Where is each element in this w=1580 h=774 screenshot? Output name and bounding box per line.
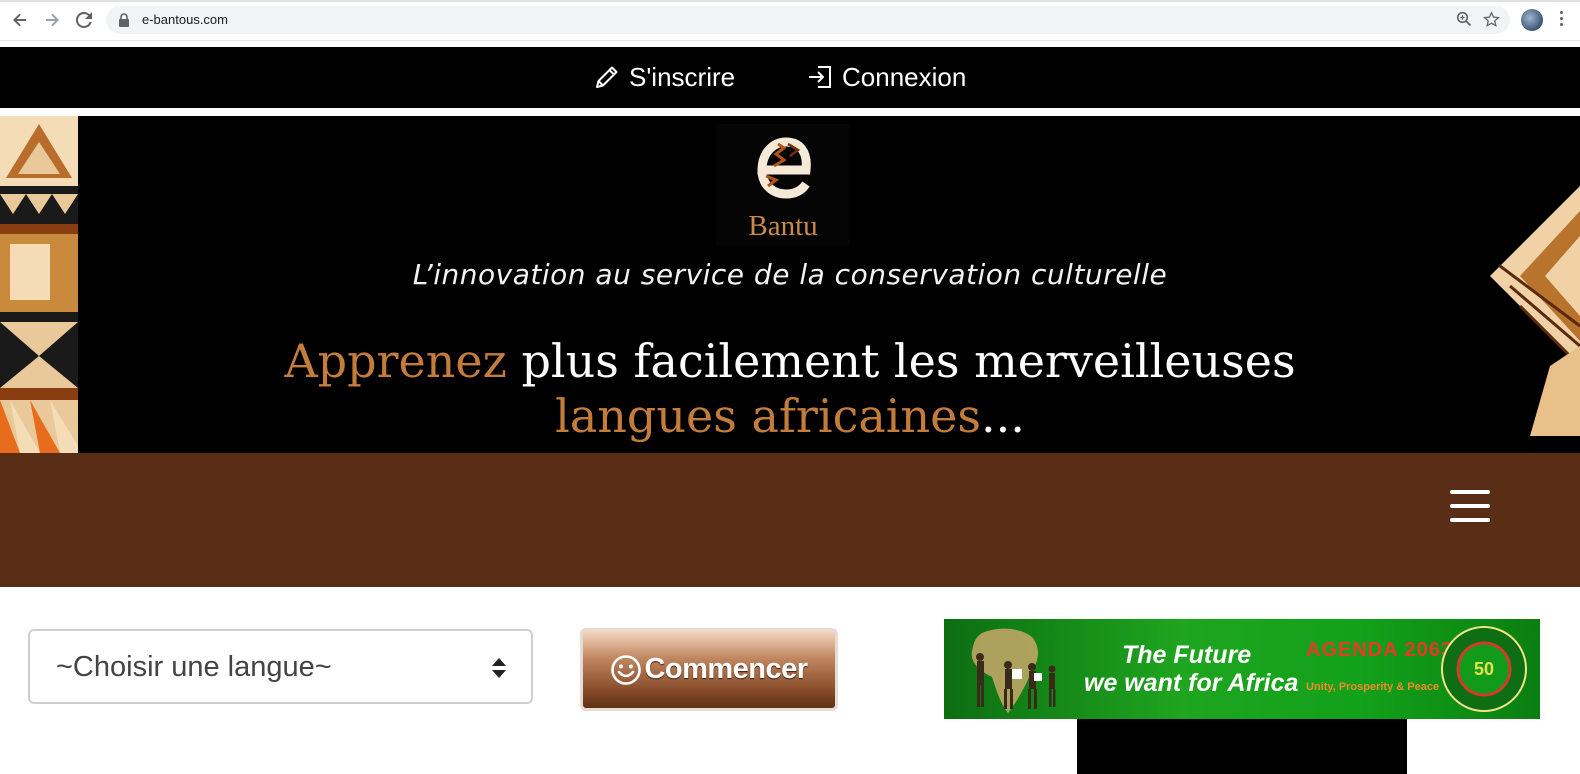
site-logo[interactable]: Bantu — [716, 124, 850, 246]
pencil-icon — [596, 66, 618, 88]
start-button[interactable]: Commencer — [580, 628, 838, 711]
back-icon[interactable] — [8, 8, 32, 32]
logo-text: Bantu — [748, 210, 818, 242]
tab-strip — [0, 0, 1580, 2]
language-select-value: ~Choisir une langue~ — [56, 651, 332, 683]
e-letter-logo-icon — [757, 137, 811, 199]
banner-line-2: we want for Africa — [1084, 669, 1299, 697]
register-link[interactable]: S'inscrire — [593, 61, 735, 93]
smiley-icon — [611, 654, 642, 685]
sign-in-icon — [809, 66, 831, 88]
headline-middle: plus facilement les merveilleuses — [506, 334, 1296, 388]
url-text[interactable]: e-bantous.com — [142, 12, 228, 27]
tagline: L’innovation au service de la conservati… — [412, 258, 1168, 291]
hamburger-menu-icon[interactable] — [1450, 490, 1490, 524]
auth-bar: S'inscrire Connexion — [0, 47, 1580, 108]
address-bar[interactable]: e-bantous.com — [106, 6, 1510, 34]
select-arrows-icon — [492, 658, 506, 678]
register-label: S'inscrire — [629, 61, 736, 92]
language-select[interactable]: ~Choisir une langue~ — [28, 629, 533, 704]
menu-kebab-icon[interactable] — [1560, 11, 1564, 29]
africa-runners-image — [971, 628, 1056, 713]
banner-agenda-subtitle: Unity, Prosperity & Peace — [1306, 681, 1440, 693]
profile-avatar[interactable] — [1521, 9, 1543, 31]
browser-chrome: e-bantous.com — [0, 0, 1580, 41]
black-placeholder-block — [1077, 719, 1407, 774]
headline-accent-learn: Apprenez — [284, 334, 507, 388]
star-icon[interactable] — [1483, 11, 1500, 32]
zoom-icon[interactable] — [1456, 11, 1472, 31]
agenda-2063-banner[interactable]: The Future we want for Africa AGENDA 206… — [944, 619, 1540, 719]
login-label: Connexion — [842, 61, 967, 92]
headline-accent-languages: langues africaines — [555, 389, 981, 443]
lock-icon — [118, 12, 130, 31]
reload-icon[interactable] — [72, 8, 96, 32]
start-button-label: Commencer — [644, 653, 808, 685]
au-50-seal-icon: 50 — [1441, 626, 1527, 712]
banner-agenda-title: AGENDA 2063 — [1306, 639, 1453, 661]
headline: Apprenez plus facilement les merveilleus… — [0, 334, 1580, 444]
forward-icon[interactable] — [40, 8, 64, 32]
login-link[interactable]: Connexion — [806, 61, 966, 93]
seal-number: 50 — [1474, 659, 1494, 679]
banner-line-1: The Future — [1122, 641, 1252, 669]
headline-ellipsis: ... — [980, 389, 1025, 443]
main-nav-bar — [0, 453, 1580, 587]
hero-banner: Bantu L’innovation au service de la cons… — [0, 116, 1580, 453]
